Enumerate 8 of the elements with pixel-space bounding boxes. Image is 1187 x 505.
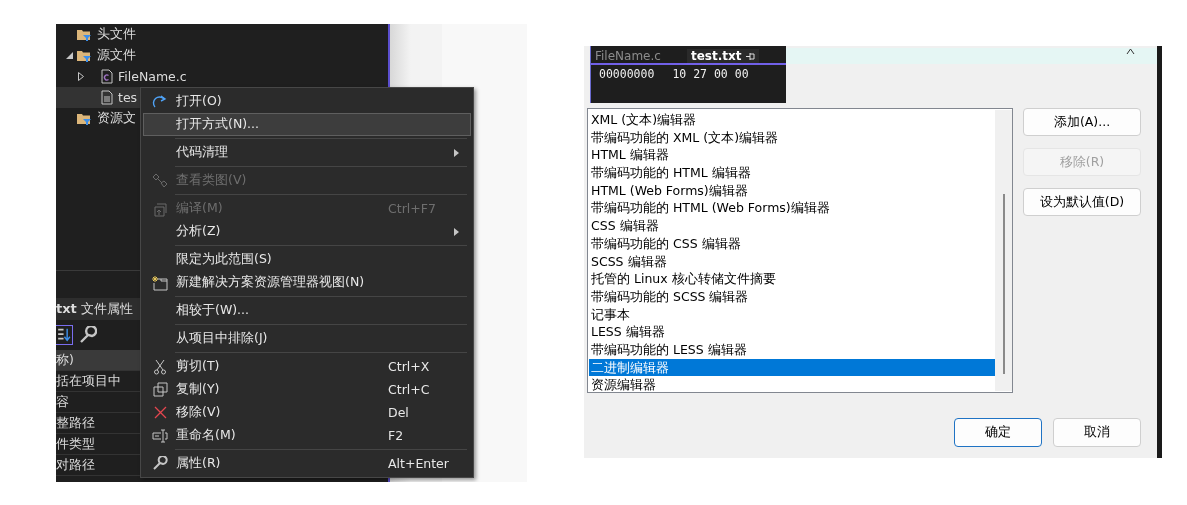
shortcut-label: Del [388, 405, 410, 420]
shortcut-label: F2 [388, 428, 405, 443]
hex-bytes: 10 27 00 00 [672, 67, 749, 81]
shortcut-label: Ctrl+X [388, 359, 431, 374]
shortcut-label: Ctrl+F7 [388, 201, 437, 216]
shortcut-label: Alt+Enter [388, 456, 450, 471]
hex-offset: 00000000 [599, 67, 655, 81]
shortcut-label: Ctrl+C [388, 382, 431, 397]
